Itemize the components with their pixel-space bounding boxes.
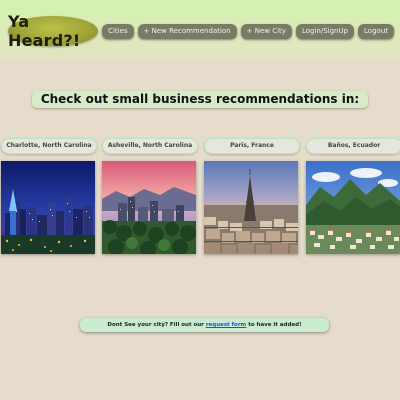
eiffel-tower-city-photo [204,161,298,254]
top-nav: Cities + New Recommendation + New City L… [102,24,394,39]
city-skyline-night-photo [1,161,95,254]
request-city-banner: Dont See your city? Fill out our request… [80,318,329,332]
city-image-paris[interactable] [204,161,298,254]
city-image-asheville[interactable] [102,161,196,254]
logout-button[interactable]: Logout [358,24,394,39]
page-headline: Check out small business recommendations… [32,91,368,108]
page: Ya Heard?! Cities + New Recommendation +… [0,0,400,400]
new-city-button[interactable]: + New City [240,24,292,39]
new-recommendation-button[interactable]: + New Recommendation [137,24,237,39]
city-label-asheville[interactable]: Asheville, North Carolina [102,138,198,154]
footer-text-before: Dont See your city? Fill out our [107,322,204,328]
city-label-paris[interactable]: Paris, France [204,138,300,154]
footer-text-after: to have it added! [248,322,302,328]
city-image-charlotte[interactable] [1,161,95,254]
logo[interactable]: Ya Heard?! [8,12,98,50]
login-signup-button[interactable]: Login/SignUp [295,24,355,39]
city-image-banos[interactable] [306,161,400,254]
city-skyline-sunset-photo [102,161,196,254]
city-label-charlotte[interactable]: Charlotte, North Carolina [1,138,97,154]
cities-nav-button[interactable]: Cities [102,24,134,39]
header: Ya Heard?! Cities + New Recommendation +… [0,0,400,60]
mountain-town-photo [306,161,400,254]
request-form-link[interactable]: request form [206,322,246,328]
city-label-banos[interactable]: Baños, Ecuador [306,138,400,154]
